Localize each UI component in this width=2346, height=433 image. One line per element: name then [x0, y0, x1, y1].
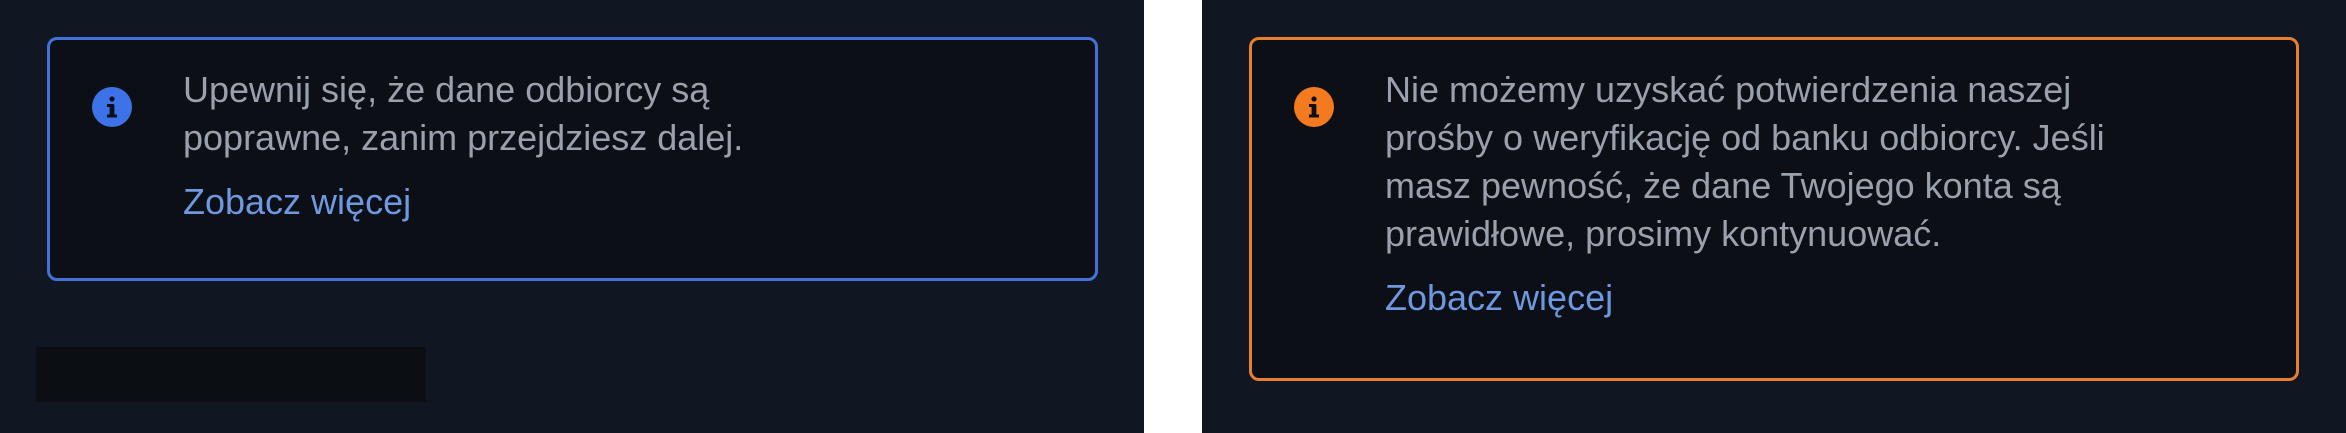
info-icon: [92, 87, 132, 127]
alert-message: Upewnij się, że dane odbiorcy są poprawn…: [183, 69, 744, 158]
alert-content: Upewnij się, że dane odbiorcy są poprawn…: [183, 66, 1035, 226]
right-panel: Nie możemy uzyskać potwierdzenia naszej …: [1202, 0, 2346, 433]
see-more-link[interactable]: Zobacz więcej: [1385, 274, 1613, 322]
left-panel: Upewnij się, że dane odbiorcy są poprawn…: [0, 0, 1144, 433]
alert-content: Nie możemy uzyskać potwierdzenia naszej …: [1385, 66, 2236, 322]
info-alert: Upewnij się, że dane odbiorcy są poprawn…: [47, 37, 1098, 281]
alert-message: Nie możemy uzyskać potwierdzenia naszej …: [1385, 69, 2105, 254]
info-icon: [1294, 87, 1334, 127]
warning-alert: Nie możemy uzyskać potwierdzenia naszej …: [1249, 37, 2299, 381]
see-more-link[interactable]: Zobacz więcej: [183, 178, 411, 226]
loading-placeholder: [36, 347, 426, 402]
